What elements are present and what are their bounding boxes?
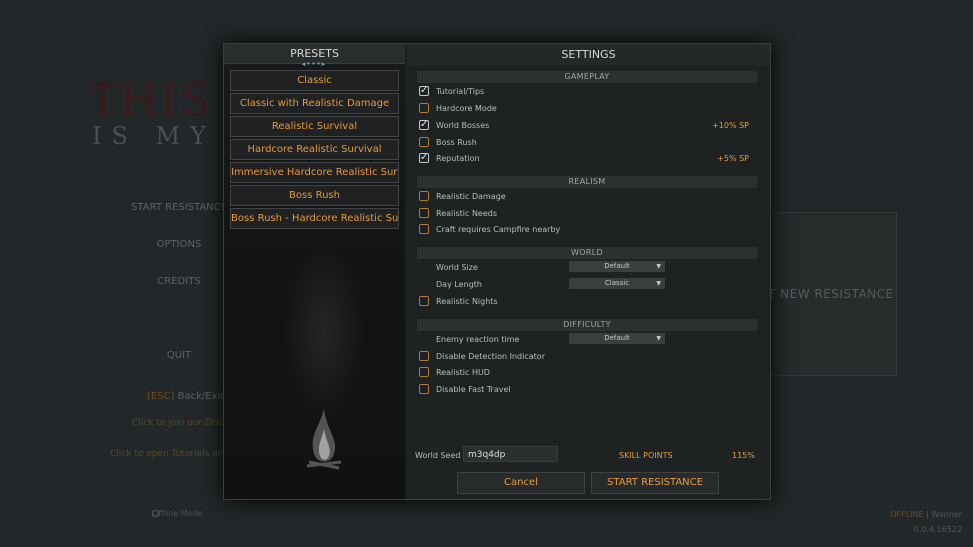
- skill-points-label: SKILL POINTS: [619, 451, 673, 460]
- sp-bonus: +5% SP: [717, 154, 749, 163]
- checkbox[interactable]: [419, 191, 429, 201]
- checkbox[interactable]: [419, 137, 429, 147]
- option-realistic-hud[interactable]: Realistic HUD: [419, 366, 749, 380]
- skill-points-value: 115%: [732, 451, 755, 460]
- checkbox[interactable]: [419, 351, 429, 361]
- option-label: Hardcore Mode: [436, 104, 497, 113]
- option-label: Realistic Damage: [436, 192, 506, 201]
- checkbox[interactable]: [419, 367, 429, 377]
- esc-key: [ESC]: [147, 391, 175, 402]
- preset-hardcore-realistic-survival[interactable]: Hardcore Realistic Survival: [230, 139, 399, 160]
- status-info: OFFLINE | Wanner 0.0.4.16522: [890, 507, 962, 537]
- option-label: Disable Fast Travel: [436, 385, 511, 394]
- chevron-down-icon: ▼: [656, 280, 661, 287]
- campfire-icon: [306, 409, 342, 470]
- option-label: Boss Rush: [436, 138, 477, 147]
- world-seed-input[interactable]: m3q4dp: [463, 446, 558, 462]
- ornament-icon: ◂•••▸: [301, 60, 327, 68]
- world-size-dropdown[interactable]: Default ▼: [569, 261, 665, 272]
- dropdown-value: Default: [604, 262, 630, 270]
- option-day-length: Day Length Classic ▼: [419, 278, 749, 292]
- world-seed-label: World Seed: [415, 451, 461, 460]
- sp-bonus: +10% SP: [712, 121, 749, 130]
- section-difficulty: DIFFICULTY: [417, 319, 757, 331]
- option-detection-indicator[interactable]: Disable Detection Indicator: [419, 350, 749, 364]
- reaction-time-dropdown[interactable]: Default ▼: [569, 333, 665, 344]
- checkbox[interactable]: [419, 296, 429, 306]
- option-label: Day Length: [436, 280, 482, 289]
- preset-boss-rush[interactable]: Boss Rush: [230, 185, 399, 206]
- checkbox[interactable]: [419, 151, 429, 165]
- settings-panel: SETTINGS GAMEPLAY Tutorial/Tips Hardcore…: [407, 44, 770, 499]
- chevron-down-icon: ▼: [656, 263, 661, 270]
- option-campfire[interactable]: Craft requires Campfire nearby: [419, 223, 749, 237]
- option-label: Realistic Needs: [436, 209, 498, 218]
- option-hardcore[interactable]: Hardcore Mode: [419, 102, 749, 116]
- version-label: 0.0.4.16522: [913, 525, 962, 534]
- option-reputation[interactable]: Reputation +5% SP: [419, 151, 749, 166]
- option-tutorial[interactable]: Tutorial/Tips: [419, 84, 749, 99]
- option-realistic-needs[interactable]: Realistic Needs: [419, 207, 749, 221]
- option-label: Realistic HUD: [436, 368, 490, 377]
- checkbox[interactable]: [419, 384, 429, 394]
- new-resistance-label: T NEW RESISTANCE: [768, 287, 894, 301]
- new-game-dialog: PRESETS ◂•••▸ Classic Classic with Reali…: [223, 43, 771, 500]
- checkbox[interactable]: [419, 208, 429, 218]
- checkbox[interactable]: [419, 118, 429, 132]
- offline-checkbox[interactable]: [152, 510, 159, 517]
- option-boss-rush[interactable]: Boss Rush: [419, 136, 749, 150]
- section-world: WORLD: [417, 247, 757, 259]
- user-name: | Wanner: [926, 510, 962, 519]
- preset-immersive-hardcore[interactable]: Immersive Hardcore Realistic Survival: [230, 162, 399, 183]
- checkbox[interactable]: [419, 224, 429, 234]
- section-realism: REALISM: [417, 176, 757, 188]
- option-label: Realistic Nights: [436, 297, 498, 306]
- preset-boss-rush-hardcore[interactable]: Boss Rush - Hardcore Realistic Survival: [230, 208, 399, 229]
- option-label: Reputation: [436, 154, 480, 163]
- option-realistic-nights[interactable]: Realistic Nights: [419, 295, 749, 309]
- checkbox[interactable]: [419, 103, 429, 113]
- day-length-dropdown[interactable]: Classic ▼: [569, 278, 665, 289]
- checkbox[interactable]: [419, 84, 429, 98]
- option-reaction-time: Enemy reaction time Default ▼: [419, 333, 749, 347]
- section-gameplay: GAMEPLAY: [417, 71, 757, 83]
- presets-panel: PRESETS ◂•••▸ Classic Classic with Reali…: [224, 44, 405, 499]
- cancel-button[interactable]: Cancel: [457, 472, 585, 494]
- option-label: Craft requires Campfire nearby: [436, 225, 561, 234]
- dropdown-value: Default: [604, 334, 630, 342]
- option-label: World Bosses: [436, 121, 490, 130]
- offline-mode-label: Offline Mode: [152, 509, 203, 518]
- preset-realistic-survival[interactable]: Realistic Survival: [230, 116, 399, 137]
- tutorials-link[interactable]: Click to open Tutorials and G: [110, 449, 239, 459]
- esc-hint: [ESC] Back/Exit: [147, 391, 224, 402]
- dropdown-value: Classic: [604, 279, 630, 287]
- smoke-image: [284, 244, 364, 424]
- esc-label: Back/Exit: [177, 391, 225, 402]
- preset-classic-realistic-damage[interactable]: Classic with Realistic Damage: [230, 93, 399, 114]
- option-label: Disable Detection Indicator: [436, 352, 545, 361]
- option-world-bosses[interactable]: World Bosses +10% SP: [419, 118, 749, 133]
- option-world-size: World Size Default ▼: [419, 261, 749, 275]
- preset-classic[interactable]: Classic: [230, 70, 399, 91]
- chevron-down-icon: ▼: [656, 335, 661, 342]
- offline-mode-toggle[interactable]: Offline Mode: [152, 509, 203, 518]
- option-label: Enemy reaction time: [436, 335, 520, 344]
- settings-title: SETTINGS: [407, 44, 770, 66]
- start-resistance-button[interactable]: START RESISTANCE: [591, 472, 719, 494]
- option-label: World Size: [436, 263, 478, 272]
- option-fast-travel[interactable]: Disable Fast Travel: [419, 383, 749, 397]
- discord-link[interactable]: Click to join our Discor: [132, 418, 233, 428]
- option-realistic-damage[interactable]: Realistic Damage: [419, 190, 749, 204]
- option-label: Tutorial/Tips: [436, 87, 485, 96]
- offline-status: OFFLINE: [890, 510, 924, 519]
